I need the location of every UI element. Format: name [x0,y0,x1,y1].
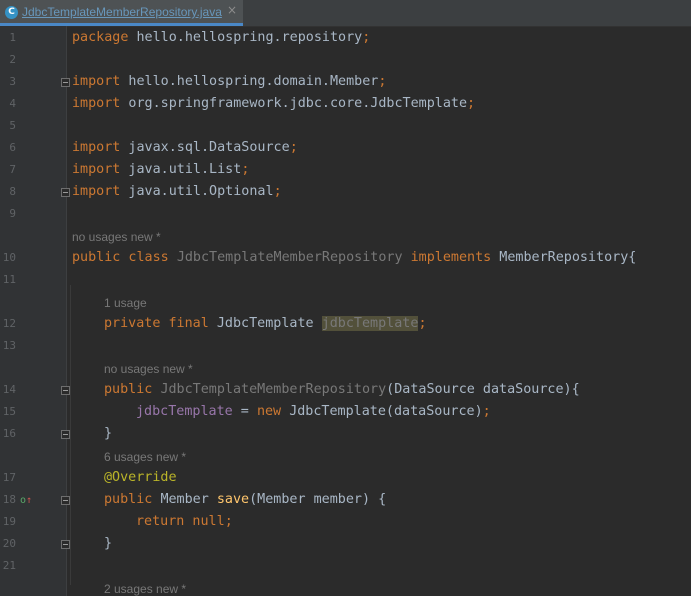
fold-marker-icon[interactable] [61,540,70,549]
line-number: 13 [2,339,16,352]
line-number: 11 [2,273,16,286]
code-line-12: private final JdbcTemplate jdbcTemplate; [104,316,427,331]
line-number: 21 [2,559,16,572]
code-text: hello.hellospring.repository [128,30,363,45]
code-line-1: package hello.hellospring.repository; [72,30,370,45]
line-number: 4 [9,97,16,110]
code-text: = [232,404,257,419]
semicolon: ; [467,96,476,111]
usages-hint[interactable]: no usages new * [72,230,161,244]
usages-hint[interactable]: no usages new * [104,362,193,376]
code-text: org.springframework.jdbc.core.JdbcTempla… [120,96,468,111]
keyword: private final [104,316,217,331]
code-text: (DataSource dataSource){ [386,382,580,397]
fold-marker-icon[interactable] [61,188,70,197]
line-number: 5 [9,119,16,132]
fold-marker-icon[interactable] [61,386,70,395]
editor-tab-bar: C JdbcTemplateMemberRepository.java × [0,0,691,27]
line-number: 20 [2,537,16,550]
line-number: 12 [2,317,16,330]
type-name: JdbcTemplate [216,316,322,331]
usages-hint[interactable]: 1 usage [104,296,147,310]
fold-marker-icon[interactable] [61,496,70,505]
keyword: import [72,184,121,199]
code-line-15: jdbcTemplate = new JdbcTemplate(dataSour… [136,404,491,419]
code-text: java.util.List [120,162,242,177]
code-line-3: import hello.hellospring.domain.Member; [72,74,386,89]
keyword: return null [136,514,225,529]
line-number: 1 [9,31,16,44]
code-line-4: import org.springframework.jdbc.core.Jdb… [72,96,475,111]
line-number: 16 [2,427,16,440]
keyword: import [72,96,121,111]
line-number: 10 [2,251,16,264]
code-text: JdbcTemplate(dataSource) [289,404,483,419]
java-class-icon: C [5,6,18,19]
code-line-14: public JdbcTemplateMemberRepository(Data… [104,382,580,397]
line-number: 17 [2,471,16,484]
method-name: save [216,492,250,507]
line-number: 19 [2,515,16,528]
line-number: 3 [9,75,16,88]
semicolon: ; [418,316,427,331]
code-text: hello.hellospring.domain.Member [120,74,379,89]
code-line-10: public class JdbcTemplateMemberRepositor… [72,250,636,265]
semicolon: ; [289,140,298,155]
tab-jdbc-template-member-repository[interactable]: C JdbcTemplateMemberRepository.java × [0,0,243,26]
semicolon: ; [273,184,282,199]
keyword: public [104,492,161,507]
code-line-16: } [104,426,113,441]
code-line-7: import java.util.List; [72,162,249,177]
line-number: 2 [9,53,16,66]
usages-hint[interactable]: 6 usages new * [104,450,186,464]
semicolon: ; [224,514,233,529]
code-text: (Member member) { [249,492,387,507]
line-number: 18 [2,493,16,506]
keyword: import [72,140,121,155]
field-name: jdbcTemplate [136,404,233,419]
code-line-19: return null; [136,514,233,529]
line-number-gutter [0,26,66,596]
fold-marker-icon[interactable] [61,78,70,87]
code-line-8: import java.util.Optional; [72,184,282,199]
type-name: Member [160,492,217,507]
close-icon[interactable]: × [227,3,237,17]
keyword: new [256,404,290,419]
indent-guide [70,285,71,585]
usages-hint[interactable]: 2 usages new * [104,582,186,596]
code-line-17: @Override [104,470,177,485]
code-text: javax.sql.DataSource [120,140,290,155]
line-number: 6 [9,141,16,154]
line-number: 15 [2,405,16,418]
keyword: import [72,74,121,89]
keyword: package [72,30,129,45]
keyword: public [104,382,161,397]
line-number: 8 [9,185,16,198]
constructor-name: JdbcTemplateMemberRepository [160,382,387,397]
tab-title[interactable]: JdbcTemplateMemberRepository.java [22,5,222,19]
semicolon: ; [378,74,387,89]
code-text: java.util.Optional [120,184,274,199]
keyword: implements [402,250,500,265]
line-number: 14 [2,383,16,396]
semicolon: ; [362,30,371,45]
keyword: import [72,162,121,177]
code-line-18: public Member save(Member member) { [104,492,386,507]
override-gutter-icon[interactable]: o↑ [20,495,32,506]
keyword: public class [72,250,177,265]
gutter-separator [66,26,67,596]
line-number: 7 [9,163,16,176]
class-name: JdbcTemplateMemberRepository [176,250,403,265]
fold-marker-icon[interactable] [61,430,70,439]
interface-name: MemberRepository{ [499,250,637,265]
semicolon: ; [482,404,491,419]
field-name-highlighted: jdbcTemplate [321,316,419,331]
semicolon: ; [241,162,250,177]
code-line-20: } [104,536,113,551]
code-line-6: import javax.sql.DataSource; [72,140,298,155]
line-number: 9 [9,207,16,220]
